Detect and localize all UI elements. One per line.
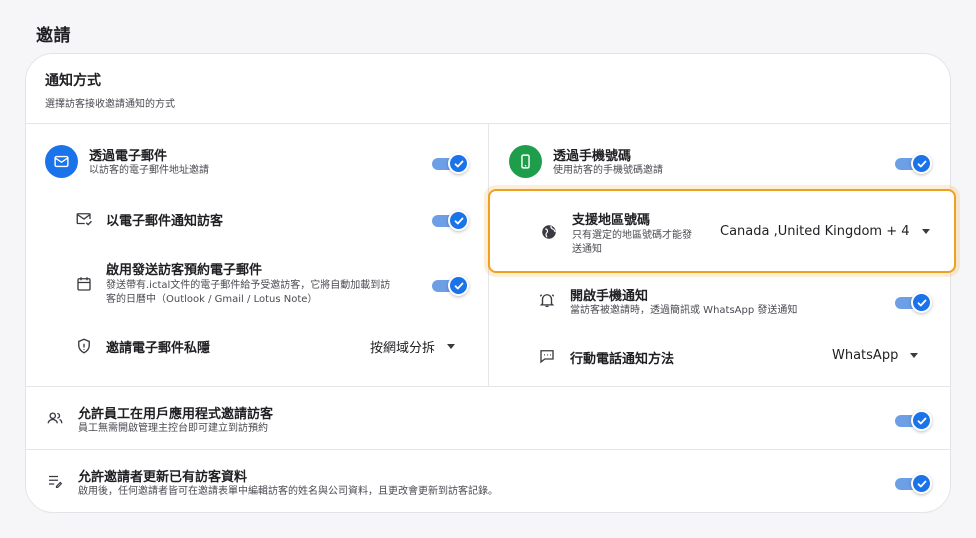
row-divider (26, 386, 950, 387)
email-privacy-select[interactable]: 按網域分拆 (370, 337, 456, 356)
page-title: 邀請 (36, 26, 71, 46)
region-numbers-value: Canada ,United Kingdom + 4 (720, 224, 910, 239)
email-toggle[interactable] (432, 152, 470, 174)
email-privacy-title: 邀請電子郵件私隱 (106, 341, 211, 356)
phone-method-value: WhatsApp (832, 348, 899, 363)
phone-method-title: 行動電話通知方法 (570, 352, 675, 367)
phone-icon (509, 145, 542, 178)
mail-icon (45, 145, 78, 178)
email-privacy-value: 按網域分拆 (370, 341, 436, 356)
inviter-update-subtitle: 啟用後，任何邀請者皆可在邀請表單中編輯訪客的姓名與公司資料，且更改會更新到訪客記… (78, 486, 498, 497)
card-header: 通知方式 選擇訪客接收邀請通知的方式 (26, 54, 950, 124)
region-numbers-select[interactable]: Canada ,United Kingdom + 4 (720, 224, 930, 239)
email-notify-title: 以電子郵件通知訪客 (106, 214, 224, 229)
notification-settings-card: 通知方式 選擇訪客接收邀請通知的方式 透過電子郵件 以訪客的電子郵件地址邀請 以… (25, 53, 956, 513)
shield-icon (75, 337, 93, 355)
booking-email-toggle[interactable] (432, 274, 470, 296)
booking-email-title: 啟用發送訪客預約電子郵件 (106, 263, 263, 278)
booking-email-sub-1: 發送帶有.ictal文件的電子郵件給予受邀訪客，它將自動加載到訪 (106, 280, 391, 291)
chevron-down-icon (921, 229, 930, 234)
phone-notify-toggle[interactable] (895, 291, 933, 313)
chat-icon (538, 347, 556, 365)
globe-icon (540, 223, 558, 241)
booking-email-sub-2: 客的日曆中（Outlook / Gmail / Lotus Note） (106, 294, 318, 305)
chevron-down-icon (910, 353, 919, 358)
employee-invite-toggle[interactable] (895, 409, 933, 431)
inviter-update-title: 允許邀請者更新已有訪客資料 (78, 470, 248, 485)
region-numbers-sub-2: 送通知 (572, 244, 602, 255)
calendar-icon (75, 275, 93, 293)
card-title: 通知方式 (45, 73, 101, 89)
phone-notify-subtitle: 當訪客被邀請時，透過簡訊或 WhatsApp 發送通知 (570, 305, 798, 316)
region-numbers-sub-1: 只有選定的地區號碼才能發 (572, 230, 692, 241)
people-icon (46, 409, 64, 427)
mail-check-icon (75, 210, 93, 228)
employee-invite-subtitle: 員工無需開啟管理主控台即可建立到訪預約 (78, 423, 268, 434)
phone-notify-title: 開啟手機通知 (570, 289, 649, 304)
bell-icon (538, 291, 556, 309)
phone-section-title: 透過手機號碼 (553, 149, 632, 164)
phone-toggle[interactable] (895, 152, 933, 174)
region-numbers-highlight: 支援地區號碼 只有選定的地區號碼才能發 送通知 Canada ,United K… (488, 189, 956, 273)
email-section-title: 透過電子郵件 (89, 149, 168, 164)
row-divider (26, 449, 950, 450)
chevron-down-icon (447, 344, 456, 349)
inviter-update-toggle[interactable] (895, 472, 933, 494)
phone-section-subtitle: 使用訪客的手機號碼邀請 (553, 165, 663, 176)
email-section-subtitle: 以訪客的電子郵件地址邀請 (89, 165, 209, 176)
email-notify-toggle[interactable] (432, 209, 470, 231)
card-subtitle: 選擇訪客接收邀請通知的方式 (45, 99, 175, 110)
edit-list-icon (46, 472, 64, 490)
phone-method-select[interactable]: WhatsApp (832, 348, 919, 363)
employee-invite-title: 允許員工在用戶應用程式邀請訪客 (78, 407, 274, 422)
region-numbers-title: 支援地區號碼 (572, 213, 651, 228)
